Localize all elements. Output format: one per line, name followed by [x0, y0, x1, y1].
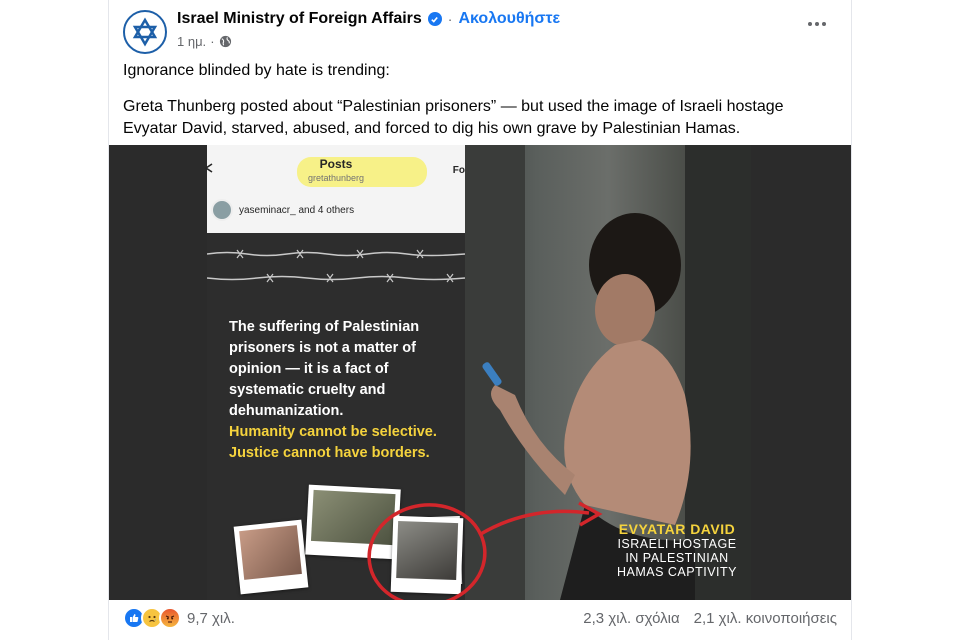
meta-separator: · [210, 34, 215, 49]
page-avatar[interactable] [123, 10, 167, 54]
verified-badge-icon [427, 12, 442, 26]
hostage-caption: EVYATAR DAVID ISRAELI HOSTAGE IN PALESTI… [607, 521, 747, 579]
post-paragraph-1: Ignorance blinded by hate is trending: [123, 62, 390, 79]
quote-text: The suffering of Palestinian prisoners i… [229, 317, 459, 464]
post-timestamp[interactable]: 1 ημ. [177, 34, 206, 49]
post-meta: 1 ημ. · [177, 34, 232, 49]
caption-name: EVYATAR DAVID [618, 521, 736, 537]
collage-photo [305, 484, 401, 560]
post-text: Ignorance blinded by hate is trending: G… [123, 60, 837, 154]
star-of-david-icon [132, 17, 158, 47]
separator-dot: · [447, 11, 453, 27]
hostage-polaroid [390, 515, 464, 595]
caption-line-1: ISRAELI HOSTAGE [617, 537, 737, 551]
reaction-icons[interactable] [123, 607, 181, 629]
quote-white: The suffering of Palestinian prisoners i… [229, 319, 420, 419]
image-margin [751, 145, 851, 600]
post-image[interactable]: Posts gretathunberg Fo yaseminacr_ and 4… [109, 145, 851, 600]
caption-line-2: IN PALESTINIAN [625, 551, 729, 565]
ig-follow-label: Fo [452, 165, 465, 176]
angry-reaction-icon [159, 607, 181, 629]
ig-liked-by: yaseminacr_ and 4 others [239, 205, 355, 216]
caption-line-3: HAMAS CAPTIVITY [616, 565, 738, 579]
post-card: Israel Ministry of Foreign Affairs · Ακο… [108, 0, 852, 640]
collage-photo [233, 519, 309, 595]
more-options-icon[interactable] [805, 18, 829, 30]
quote-yellow-2: Justice cannot have borders. [229, 445, 430, 461]
ig-avatar [211, 199, 233, 221]
post-header: Israel Ministry of Foreign Affairs · Ακο… [123, 8, 837, 56]
reaction-bar: 9,7 χιλ. 2,3 χιλ. σχόλια 2,1 χιλ. κοινοπ… [123, 606, 837, 630]
page-name[interactable]: Israel Ministry of Foreign Affairs [177, 10, 422, 28]
follow-button[interactable]: Ακολουθήστε [458, 10, 560, 28]
ig-posts-title: Posts [319, 157, 353, 171]
barbed-wire-icon [207, 273, 465, 283]
comments-count[interactable]: 2,3 χιλ. σχόλια [583, 610, 679, 627]
quote-yellow-1: Humanity cannot be selective. [229, 424, 437, 440]
shares-count[interactable]: 2,1 χιλ. κοινοποιήσεις [694, 610, 837, 627]
ig-handle: gretathunberg [307, 173, 365, 183]
globe-icon [219, 35, 231, 48]
barbed-wire-icon [207, 249, 465, 259]
post-paragraph-2: Greta Thunberg posted about “Palestinian… [123, 98, 784, 137]
instagram-header: Posts gretathunberg Fo yaseminacr_ and 4… [204, 145, 465, 233]
reaction-count[interactable]: 9,7 χιλ. [187, 610, 235, 627]
